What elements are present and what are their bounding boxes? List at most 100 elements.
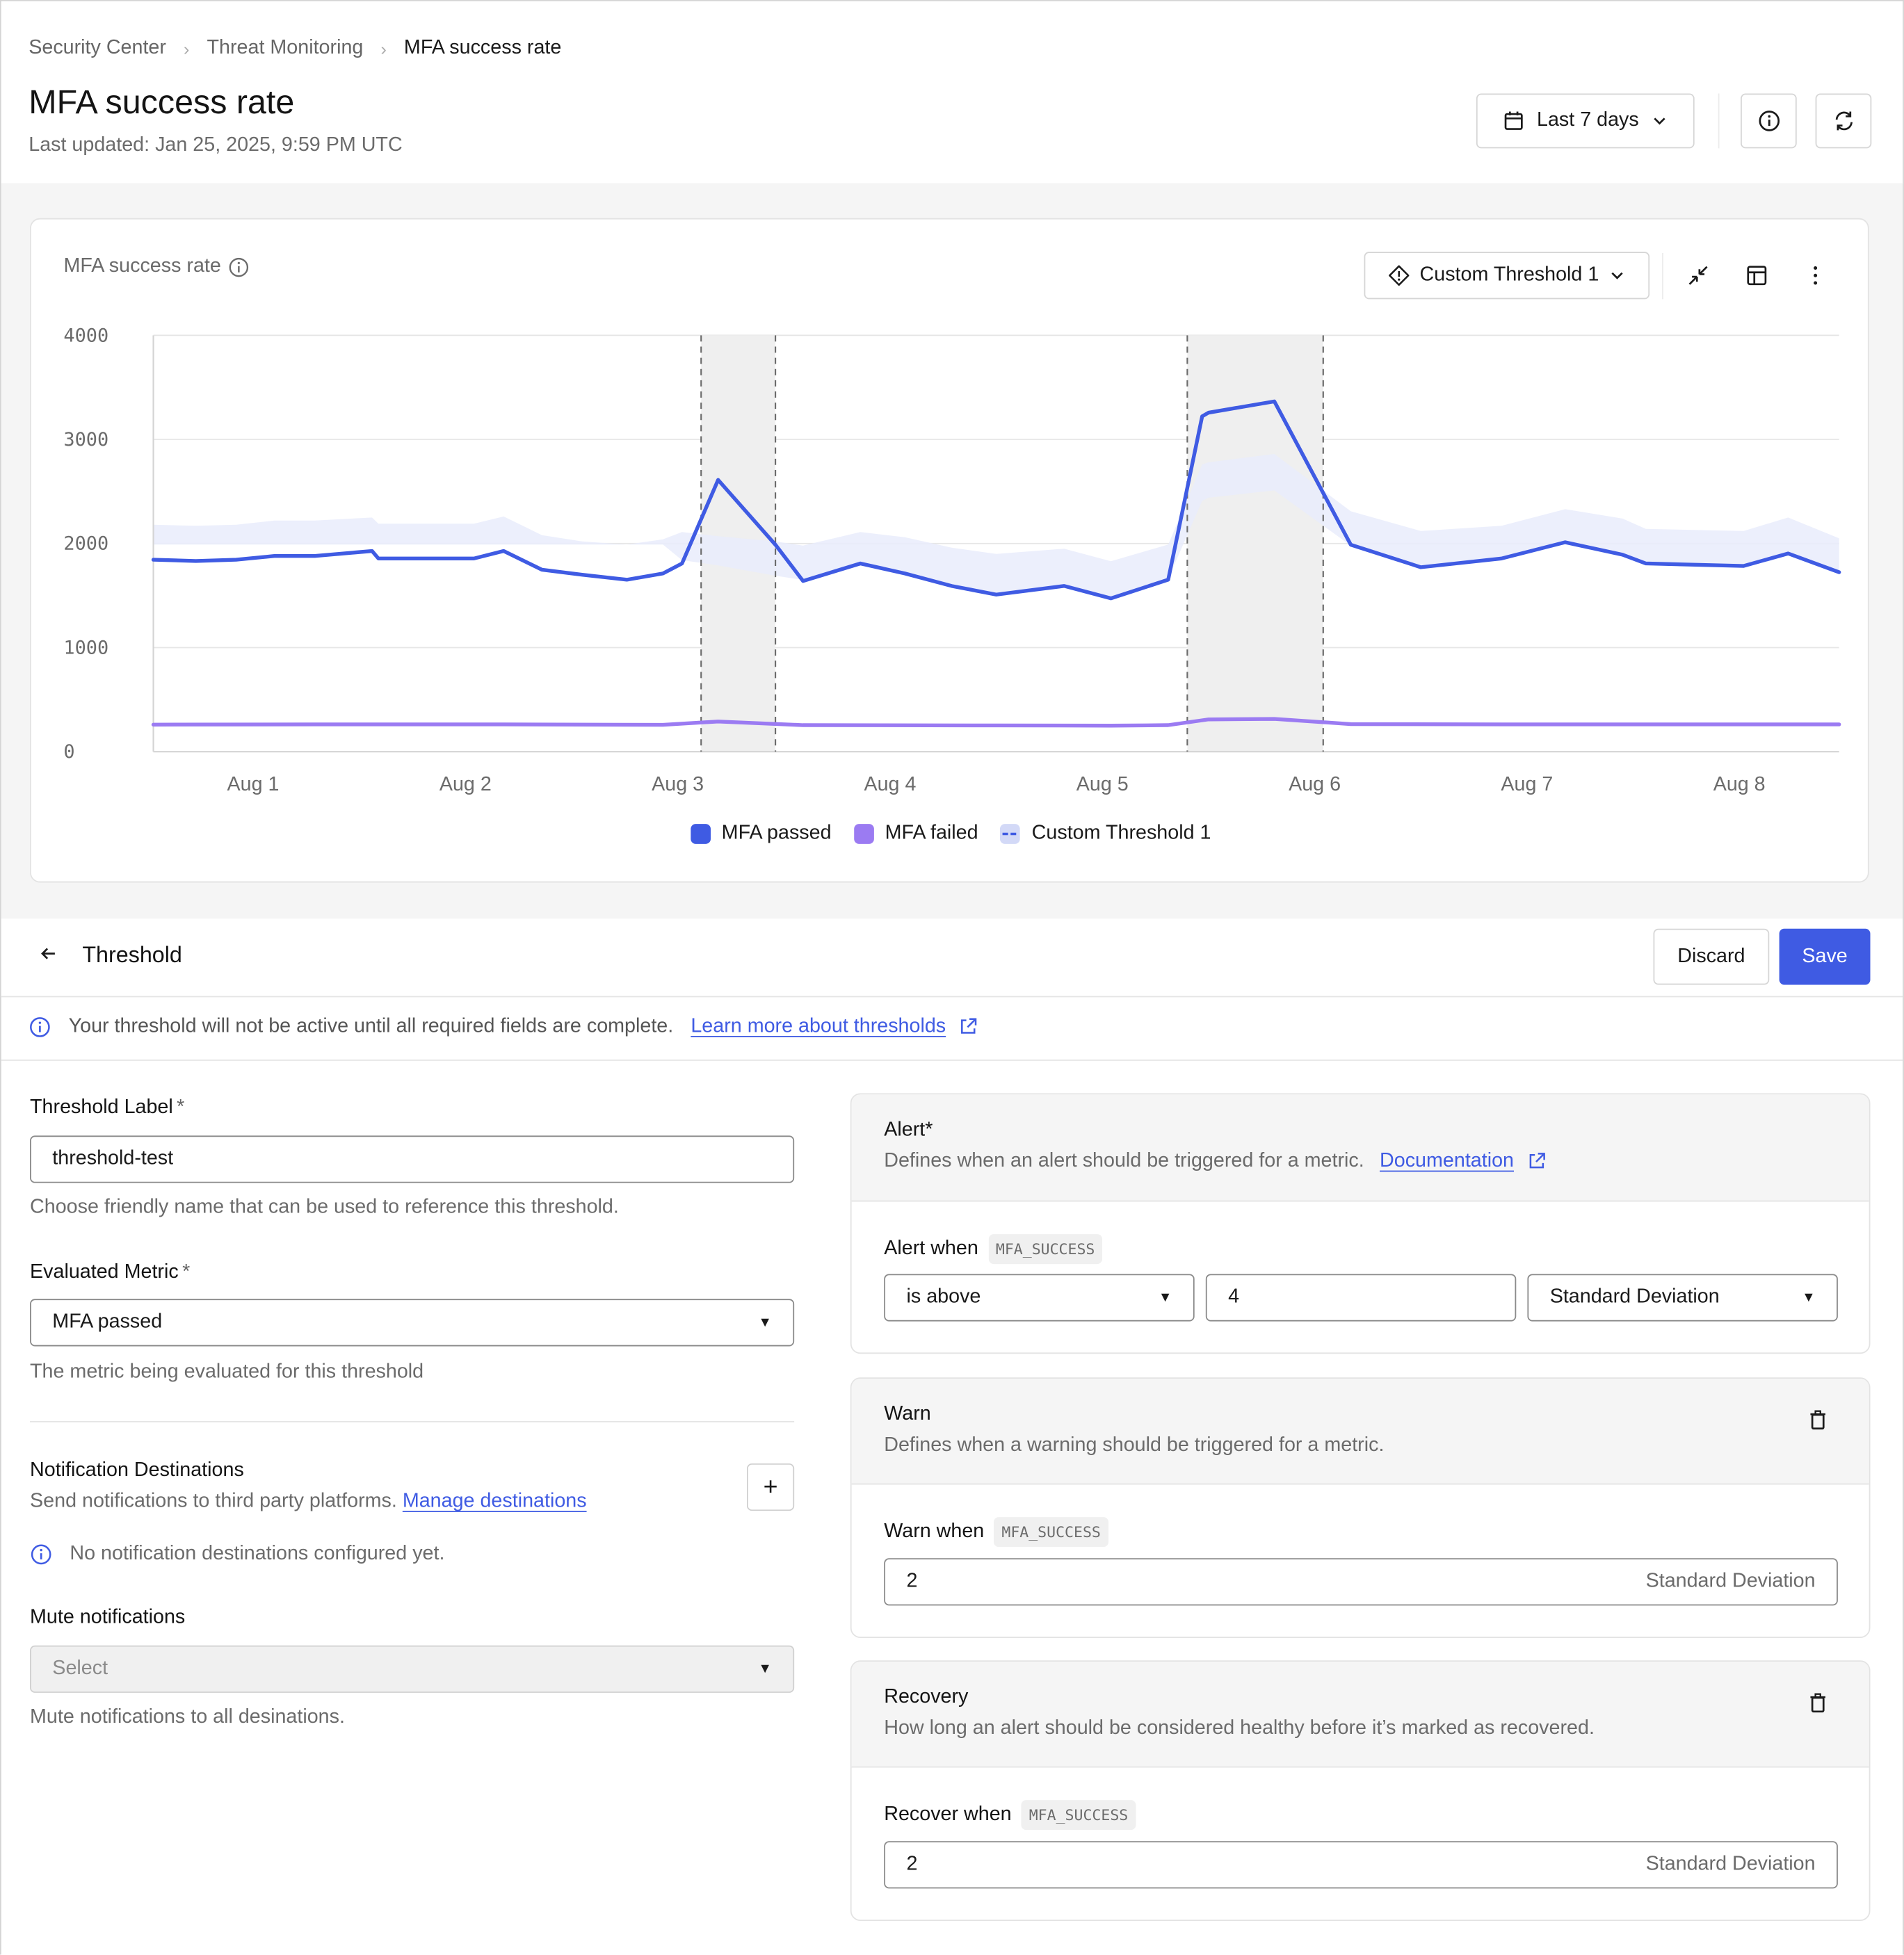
x-tick-label: Aug 7 — [1501, 773, 1553, 795]
anomaly-window — [1187, 335, 1323, 752]
legend-item-custom-threshold[interactable]: Custom Threshold 1 — [1000, 822, 1211, 845]
add-destination-button[interactable]: + — [747, 1463, 795, 1511]
plus-icon: + — [763, 1473, 778, 1500]
legend-item-mfa-failed[interactable]: MFA failed — [853, 822, 978, 845]
external-link-icon — [1528, 1153, 1545, 1169]
alert-when-label: Alert when — [884, 1238, 978, 1259]
warn-card: Warn Defines when a warning should be tr… — [850, 1377, 1871, 1639]
evaluated-metric-help: The metric being evaluated for this thre… — [30, 1361, 424, 1383]
warn-when-row: Warn when MFA_SUCCESS — [884, 1517, 1108, 1548]
label-text: Threshold Label — [30, 1096, 173, 1119]
alert-card: Alert* Defines when an alert should be t… — [850, 1093, 1871, 1354]
mute-notifications-select[interactable]: Select ▼ — [30, 1645, 795, 1693]
notice-text: Your threshold will not be active until … — [68, 1016, 674, 1037]
recover-when-row: Recover when MFA_SUCCESS — [884, 1800, 1136, 1831]
input-value: 4 — [1228, 1286, 1240, 1308]
caret-down-icon: ▼ — [758, 1315, 772, 1331]
page-title: MFA success rate — [29, 83, 295, 121]
recovery-desc: How long an alert should be considered h… — [884, 1717, 1595, 1739]
trash-icon — [1810, 1410, 1825, 1430]
divider — [30, 1421, 795, 1422]
recovery-title: Recovery — [884, 1686, 969, 1708]
legend-item-mfa-passed[interactable]: MFA passed — [690, 822, 832, 845]
arrow-left-icon — [41, 948, 55, 959]
threshold-band — [153, 453, 1839, 597]
delete-warn-button[interactable] — [1808, 1409, 1828, 1437]
save-button[interactable]: Save — [1779, 928, 1871, 985]
x-tick-label: Aug 6 — [1289, 773, 1341, 795]
x-tick-label: Aug 2 — [439, 773, 492, 795]
alert-card-header — [851, 1094, 1869, 1202]
chevron-right-icon: › — [380, 38, 387, 59]
breadcrumb-item-threat-monitoring[interactable]: Threat Monitoring — [207, 38, 364, 60]
chart-legend: MFA passed MFA failed Custom Threshold 1 — [31, 822, 1871, 845]
mfa-failed-line — [151, 717, 1841, 728]
back-button[interactable] — [39, 943, 59, 970]
input-value: 2 — [906, 1853, 918, 1875]
dashed-line-icon — [1003, 832, 1018, 836]
desc-text: Defines when an alert should be triggere… — [884, 1150, 1364, 1172]
recover-when-label: Recover when — [884, 1803, 1012, 1825]
date-range-dropdown[interactable]: Last 7 days — [1476, 93, 1695, 149]
mute-notifications-label: Mute notifications — [30, 1607, 186, 1628]
evaluated-metric-label: Evaluated Metric * — [30, 1262, 190, 1284]
refresh-icon — [1834, 111, 1853, 131]
alert-operator-select[interactable]: is above ▼ — [884, 1274, 1195, 1322]
calendar-icon — [1503, 111, 1522, 130]
alert-value-input[interactable]: 4 — [1205, 1274, 1517, 1322]
chevron-right-icon: › — [184, 38, 190, 59]
metric-code-badge: MFA_SUCCESS — [994, 1517, 1108, 1548]
info-icon — [30, 1017, 50, 1037]
threshold-label-help: Choose friendly name that can be used to… — [30, 1196, 619, 1218]
recovery-card-header — [851, 1662, 1869, 1768]
y-tick-label: 4000 — [63, 325, 108, 346]
page: Security Center › Threat Monitoring › MF… — [0, 0, 1904, 1955]
discard-button[interactable]: Discard — [1653, 928, 1770, 985]
y-tick-label: 3000 — [63, 429, 108, 451]
warn-title: Warn — [884, 1403, 931, 1425]
select-value: Standard Deviation — [1549, 1286, 1720, 1308]
recover-value-input[interactable]: 2 Standard Deviation — [884, 1841, 1838, 1889]
legend-swatch-passed — [690, 824, 711, 844]
threshold-label-input[interactable]: threshold-test — [30, 1135, 795, 1183]
x-tick-label: Aug 4 — [864, 773, 916, 795]
desc-text: Send notifications to third party platfo… — [30, 1491, 397, 1512]
page-header: Security Center › Threat Monitoring › MF… — [1, 1, 1903, 185]
documentation-link[interactable]: Documentation — [1380, 1151, 1514, 1171]
delete-recovery-button[interactable] — [1808, 1692, 1828, 1720]
select-placeholder: Select — [52, 1657, 108, 1680]
mute-notifications-help: Mute notifications to all desinations. — [30, 1706, 345, 1728]
last-updated: Last updated: Jan 25, 2025, 9:59 PM UTC — [29, 134, 403, 156]
select-value: MFA passed — [52, 1311, 163, 1333]
metric-code-badge: MFA_SUCCESS — [988, 1234, 1103, 1265]
x-tick-label: Aug 3 — [652, 773, 704, 795]
breadcrumb: Security Center › Threat Monitoring › MF… — [29, 38, 561, 60]
learn-more-link[interactable]: Learn more about thresholds — [691, 1016, 946, 1037]
caret-down-icon: ▼ — [1802, 1290, 1816, 1306]
refresh-button[interactable] — [1815, 93, 1872, 149]
alert-unit-select[interactable]: Standard Deviation ▼ — [1527, 1274, 1838, 1322]
recovery-card: Recovery How long an alert should be con… — [850, 1660, 1871, 1922]
info-button[interactable] — [1741, 93, 1797, 149]
x-tick-label: Aug 1 — [227, 773, 280, 795]
info-icon — [1758, 111, 1780, 131]
line-chart: 0 1000 2000 3000 4000 Aug 1 Aug 2 Aug 3 Aug 4 Aug… — [63, 325, 1841, 795]
warn-value-input[interactable]: 2 Standard Deviation — [884, 1558, 1838, 1606]
x-tick-label: Aug 5 — [1076, 773, 1129, 795]
warn-when-label: Warn when — [884, 1520, 985, 1542]
input-value: threshold-test — [52, 1148, 174, 1169]
legend-swatch-failed — [853, 824, 874, 844]
notification-destinations-title: Notification Destinations — [30, 1459, 244, 1482]
x-tick-label: Aug 8 — [1713, 773, 1766, 795]
empty-text: No notification destinations configured … — [70, 1543, 445, 1565]
breadcrumb-item-security-center[interactable]: Security Center — [29, 38, 166, 60]
evaluated-metric-select[interactable]: MFA passed ▼ — [30, 1299, 795, 1347]
y-tick-label: 1000 — [63, 637, 108, 658]
metric-code-badge: MFA_SUCCESS — [1021, 1800, 1136, 1831]
manage-destinations-link[interactable]: Manage destinations — [403, 1491, 587, 1511]
breadcrumb-item-current: MFA success rate — [403, 37, 562, 59]
external-link-icon — [961, 1018, 977, 1035]
select-value: is above — [906, 1286, 981, 1308]
alert-when-row: Alert when MFA_SUCCESS — [884, 1234, 1103, 1265]
alert-title: Alert* — [884, 1119, 933, 1141]
